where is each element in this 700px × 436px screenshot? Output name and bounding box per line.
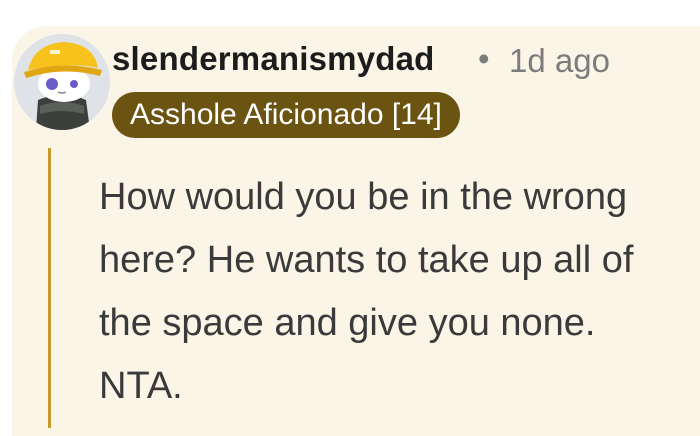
user-flair-badge: Asshole Aficionado [14] — [112, 92, 460, 138]
comment-timestamp[interactable]: 1d ago — [509, 42, 610, 80]
thread-line[interactable] — [48, 148, 51, 428]
comment-author[interactable]: slendermanismydad — [112, 40, 435, 78]
snoo-avatar-icon — [14, 34, 110, 130]
comment-body: How would you be in the wrong here? He w… — [99, 176, 634, 407]
avatar[interactable] — [14, 34, 110, 130]
meta-separator: • — [478, 40, 490, 77]
